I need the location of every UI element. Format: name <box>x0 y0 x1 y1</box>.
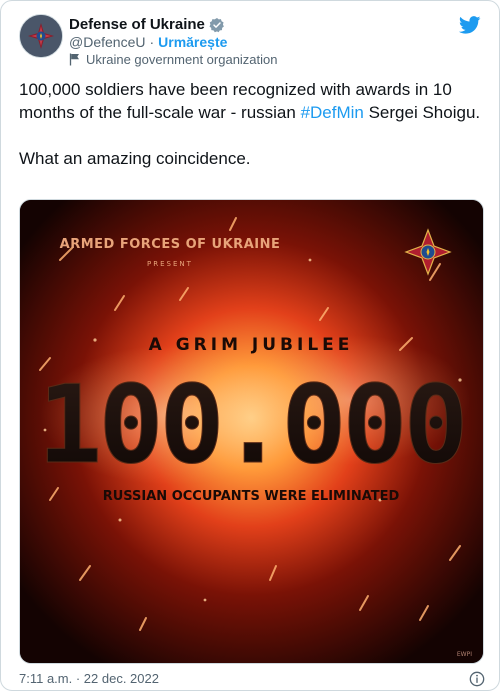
twitter-bird-icon[interactable] <box>459 16 481 34</box>
tweet-text-part: Sergei Shoigu. <box>363 103 481 122</box>
follow-link[interactable]: Urmărește <box>158 34 227 50</box>
poster-graphic: ARMED FORCES OF UKRAINE PRESENT A GRIM J… <box>20 200 483 663</box>
info-icon[interactable] <box>469 671 485 687</box>
avatar[interactable] <box>19 14 63 58</box>
poster-present-label: PRESENT <box>147 260 193 268</box>
tweet-paragraph-1: 100,000 soldiers have been recognized wi… <box>19 78 481 124</box>
tweet-paragraph-2: What an amazing coincidence. <box>19 149 251 168</box>
flag-icon <box>69 53 79 66</box>
hashtag-link[interactable]: #DefMin <box>301 103 364 122</box>
tweet-card: Defense of Ukraine @DefenceU · Urmărește… <box>0 0 500 691</box>
poster-caption: RUSSIAN OCCUPANTS WERE ELIMINATED <box>103 489 400 504</box>
poster-big-number: 100.000 <box>37 363 464 488</box>
poster-watermark: EWPI <box>457 651 472 658</box>
government-label-text[interactable]: Ukraine government organization <box>86 52 278 67</box>
tweet-text: 100,000 soldiers have been recognized wi… <box>19 78 481 170</box>
name-row: Defense of Ukraine <box>69 16 225 33</box>
poster-org-title: ARMED FORCES OF UKRAINE <box>60 237 281 252</box>
handle[interactable]: @DefenceU <box>69 34 145 50</box>
tweet-media-image[interactable]: ARMED FORCES OF UKRAINE PRESENT A GRIM J… <box>19 199 484 664</box>
government-label: Ukraine government organization <box>69 52 278 67</box>
defence-emblem-icon <box>20 15 62 57</box>
handle-row: @DefenceU · Urmărește <box>69 34 227 50</box>
verified-badge-icon <box>209 17 224 32</box>
tweet-header: Defense of Ukraine @DefenceU · Urmărește… <box>19 14 481 70</box>
display-name[interactable]: Defense of Ukraine <box>69 16 205 33</box>
separator-dot: · <box>149 34 155 50</box>
poster-jubilee-title: A GRIM JUBILEE <box>149 335 354 355</box>
tweet-timestamp[interactable]: 7:11 a.m. · 22 dec. 2022 <box>19 671 159 686</box>
